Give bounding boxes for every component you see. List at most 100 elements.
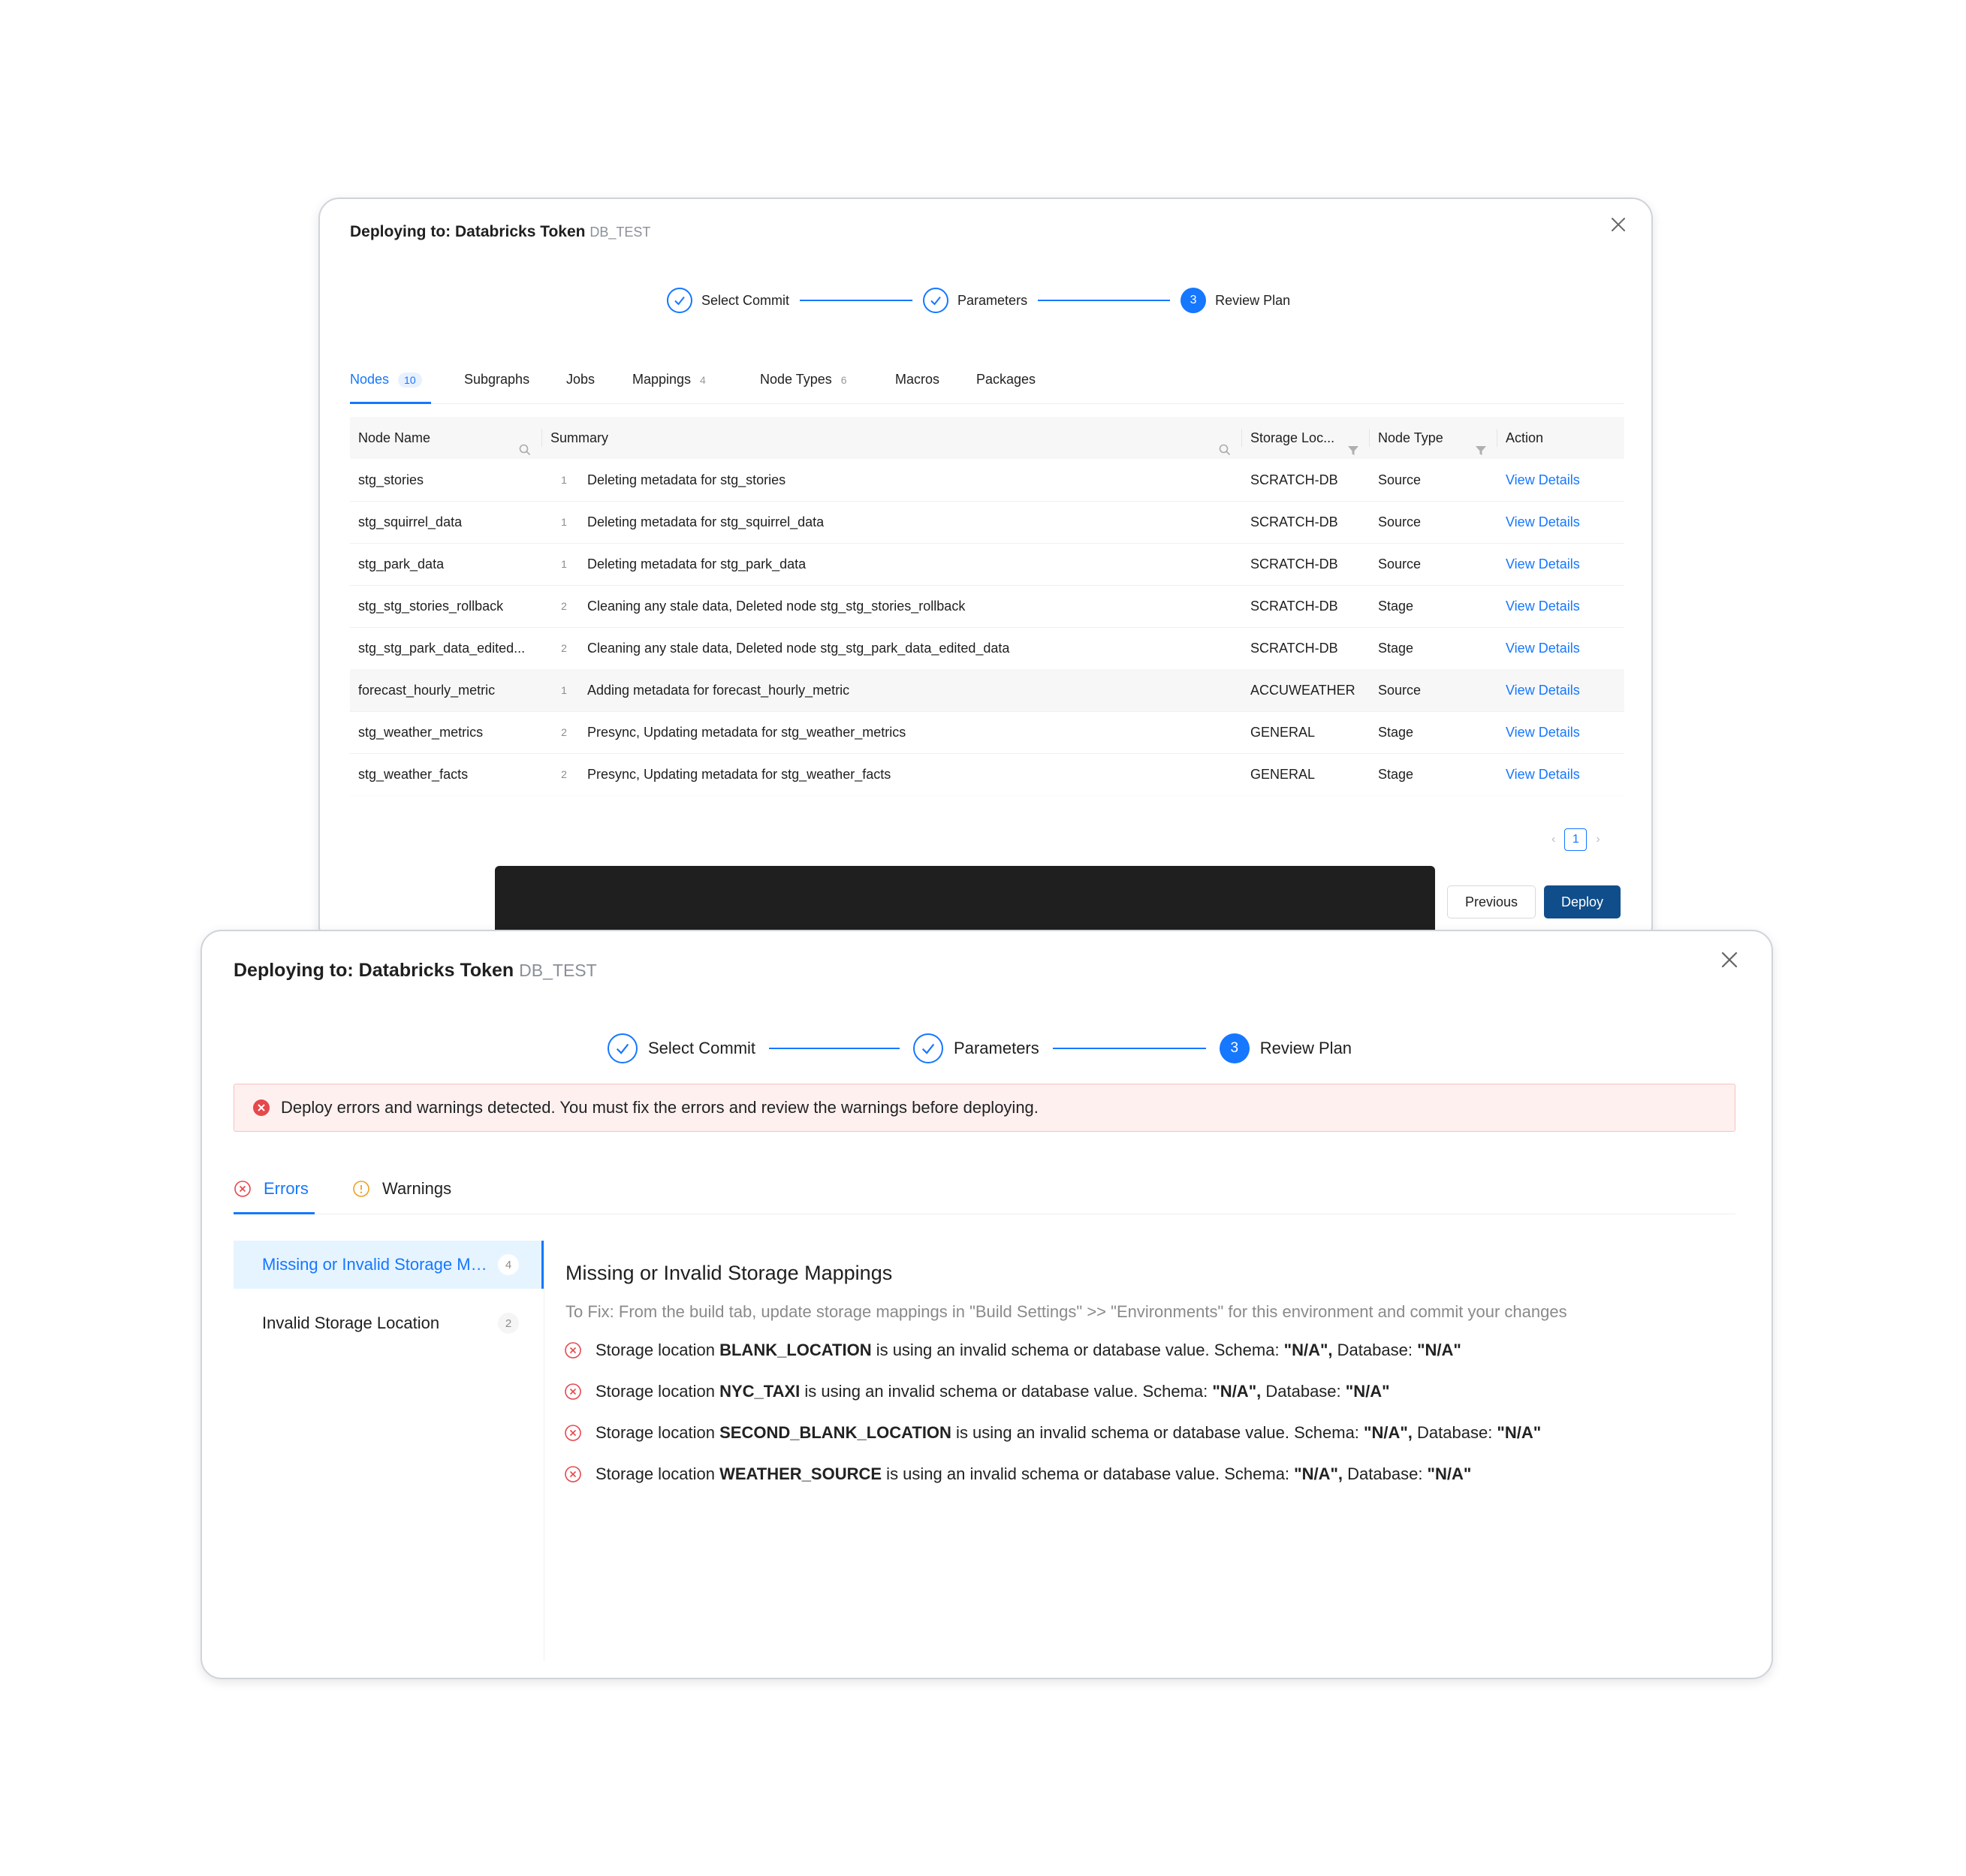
step-select-commit: Select Commit (608, 1033, 755, 1063)
view-details-link[interactable]: View Details (1506, 753, 1580, 795)
tab-errors[interactable]: Errors (234, 1179, 309, 1199)
step-connector (1052, 1048, 1206, 1049)
tab-count: 6 (840, 374, 847, 386)
step-number: 3 (1181, 288, 1207, 313)
page-number[interactable]: 1 (1564, 828, 1588, 851)
nodes-table: Node Name Summary Storage Loc... Node Ty… (350, 417, 1624, 809)
tab-jobs[interactable]: Jobs (566, 372, 595, 388)
step-select-commit: Select Commit (667, 288, 789, 313)
active-tab-indicator (350, 402, 431, 404)
modal-title-text: Deploying to: Databricks Token (350, 223, 586, 240)
table-scroll-fade (350, 795, 1624, 809)
tab-node-types[interactable]: Node Types 6 (760, 372, 847, 388)
view-details-link[interactable]: View Details (1506, 669, 1580, 711)
table-row[interactable]: stg_stg_park_data_edited... 2 Cleaning a… (350, 627, 1624, 670)
error-item: Storage location WEATHER_SOURCE is using… (564, 1464, 1471, 1484)
view-details-link[interactable]: View Details (1506, 459, 1580, 501)
step-label: Parameters (954, 1039, 1039, 1057)
error-circle-icon (564, 1341, 582, 1359)
tab-mappings[interactable]: Mappings 4 (632, 372, 706, 388)
column-node-type[interactable]: Node Type (1370, 417, 1497, 459)
count-badge: 2 (498, 1313, 519, 1334)
error-filled-icon (252, 1099, 270, 1117)
view-details-link[interactable]: View Details (1506, 501, 1580, 543)
close-icon[interactable] (1717, 948, 1741, 972)
step-review-plan: 3 Review Plan (1219, 1033, 1352, 1063)
issue-tabs: Errors Warnings (234, 1172, 1735, 1214)
count-badge: 4 (498, 1254, 519, 1275)
table-row[interactable]: stg_squirrel_data 1 Deleting metadata fo… (350, 501, 1624, 544)
view-details-link[interactable]: View Details (1506, 711, 1580, 753)
pagination: ‹ 1 › (1551, 828, 1600, 851)
table-header: Node Name Summary Storage Loc... Node Ty… (350, 417, 1624, 459)
view-details-link[interactable]: View Details (1506, 627, 1580, 669)
table-row[interactable]: stg_weather_facts 2 Presync, Updating me… (350, 753, 1624, 796)
error-item: Storage location BLANK_LOCATION is using… (564, 1341, 1461, 1360)
deploy-steps: Select Commit Parameters 3 Review Plan (667, 288, 1290, 313)
sidebar-item-invalid-storage-location[interactable]: Invalid Storage Location 2 (234, 1299, 544, 1347)
error-circle-icon (564, 1465, 582, 1483)
redacted-bar (495, 866, 1435, 936)
column-node-name[interactable]: Node Name (350, 417, 542, 459)
sidebar-item-missing-storage-mappings[interactable]: Missing or Invalid Storage Mappings 4 (234, 1241, 544, 1289)
tab-packages[interactable]: Packages (976, 372, 1036, 388)
tab-nodes[interactable]: Nodes 10 (350, 372, 422, 388)
error-circle-icon (564, 1424, 582, 1442)
check-icon (667, 288, 692, 313)
view-details-link[interactable]: View Details (1506, 585, 1580, 627)
column-summary[interactable]: Summary (542, 417, 1242, 459)
environment-name: DB_TEST (589, 225, 651, 240)
tab-subgraphs[interactable]: Subgraphs (464, 372, 529, 388)
error-item: Storage location SECOND_BLANK_LOCATION i… (564, 1423, 1541, 1443)
deploy-errors-modal: Deploying to: Databricks Token DB_TEST S… (201, 930, 1773, 1679)
warning-circle-icon (352, 1180, 370, 1198)
table-row[interactable]: stg_stg_stories_rollback 2 Cleaning any … (350, 585, 1624, 628)
modal-title-text: Deploying to: Databricks Token (234, 960, 514, 981)
step-number: 3 (1219, 1033, 1250, 1063)
error-item: Storage location NYC_TAXI is using an in… (564, 1382, 1390, 1401)
table-row[interactable]: stg_park_data 1 Deleting metadata for st… (350, 543, 1624, 586)
alert-message: Deploy errors and warnings detected. You… (281, 1098, 1039, 1117)
step-connector (1038, 300, 1171, 301)
step-connector (769, 1048, 900, 1049)
chevron-left-icon[interactable]: ‹ (1551, 833, 1555, 846)
step-label: Select Commit (701, 292, 790, 308)
table-row[interactable]: stg_weather_metrics 2 Presync, Updating … (350, 711, 1624, 754)
step-connector (800, 300, 913, 301)
detail-title: Missing or Invalid Storage Mappings (565, 1262, 893, 1284)
step-label: Parameters (957, 292, 1028, 308)
tab-macros[interactable]: Macros (895, 372, 939, 388)
modal-title: Deploying to: Databricks Token DB_TEST (350, 223, 650, 241)
check-icon (608, 1033, 638, 1063)
chevron-right-icon[interactable]: › (1596, 833, 1600, 846)
error-circle-icon (234, 1180, 252, 1198)
column-action: Action (1506, 430, 1544, 445)
step-label: Review Plan (1215, 292, 1291, 308)
table-row[interactable]: forecast_hourly_metric 1 Adding metadata… (350, 669, 1624, 712)
tab-count: 4 (700, 374, 706, 386)
error-alert: Deploy errors and warnings detected. You… (234, 1084, 1735, 1132)
step-review-plan: 3 Review Plan (1181, 288, 1290, 313)
close-icon[interactable] (1608, 214, 1629, 235)
fix-instructions: To Fix: From the build tab, update stora… (565, 1302, 1567, 1321)
active-tab-indicator (234, 1212, 315, 1214)
modal-title: Deploying to: Databricks Token DB_TEST (234, 960, 597, 982)
tab-warnings[interactable]: Warnings (352, 1179, 451, 1199)
previous-button[interactable]: Previous (1447, 885, 1536, 918)
step-parameters: Parameters (913, 1033, 1039, 1063)
deploy-plan-modal: Deploying to: Databricks Token DB_TEST S… (318, 198, 1653, 947)
column-storage-location[interactable]: Storage Loc... (1242, 417, 1370, 459)
check-icon (913, 1033, 944, 1063)
step-parameters: Parameters (923, 288, 1027, 313)
error-circle-icon (564, 1383, 582, 1401)
environment-name: DB_TEST (519, 961, 597, 980)
deploy-steps: Select Commit Parameters 3 Review Plan (608, 1033, 1352, 1063)
plan-tabs: Nodes 10 Subgraphs Jobs Mappings 4 Node Ty… (350, 364, 1624, 404)
tab-count: 10 (398, 372, 422, 388)
view-details-link[interactable]: View Details (1506, 543, 1580, 585)
step-label: Select Commit (648, 1039, 756, 1057)
check-icon (923, 288, 949, 313)
deploy-button[interactable]: Deploy (1544, 885, 1621, 918)
step-label: Review Plan (1259, 1039, 1352, 1057)
table-row[interactable]: stg_stories 1 Deleting metadata for stg_… (350, 459, 1624, 502)
